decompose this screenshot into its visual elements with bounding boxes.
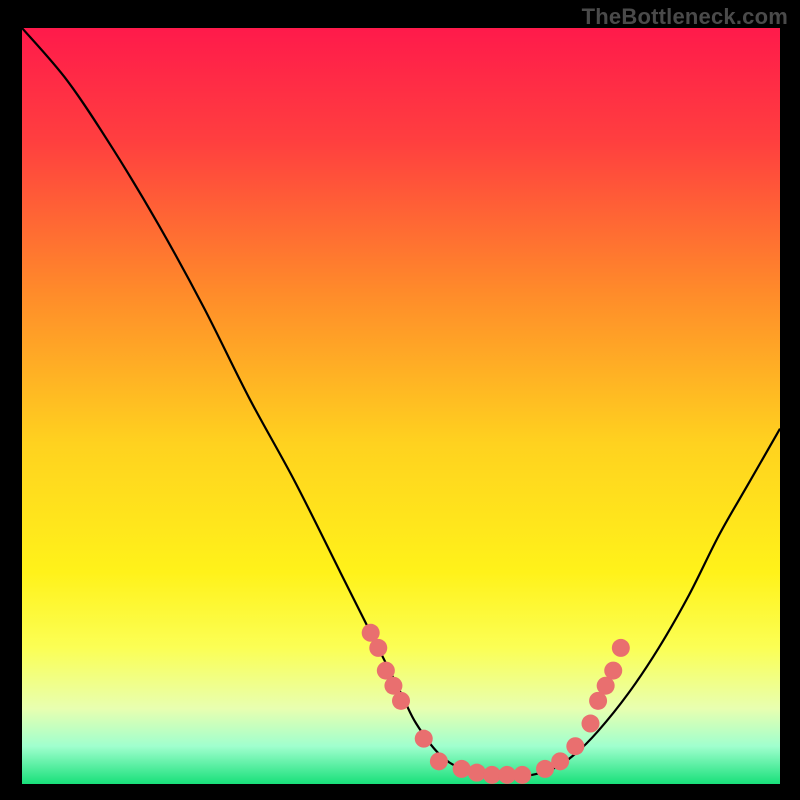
marker-dot bbox=[430, 752, 448, 770]
gradient-background bbox=[22, 28, 780, 784]
marker-dot bbox=[453, 760, 471, 778]
marker-dot bbox=[468, 764, 486, 782]
marker-dot bbox=[604, 662, 622, 680]
marker-dot bbox=[369, 639, 387, 657]
chart-container: TheBottleneck.com bbox=[0, 0, 800, 800]
marker-dot bbox=[392, 692, 410, 710]
marker-dot bbox=[551, 752, 569, 770]
watermark-text: TheBottleneck.com bbox=[582, 4, 788, 30]
marker-dot bbox=[415, 730, 433, 748]
marker-dot bbox=[612, 639, 630, 657]
marker-dot bbox=[566, 737, 584, 755]
plot-svg bbox=[22, 28, 780, 784]
marker-dot bbox=[513, 766, 531, 784]
plot-area bbox=[22, 28, 780, 784]
marker-dot bbox=[582, 715, 600, 733]
